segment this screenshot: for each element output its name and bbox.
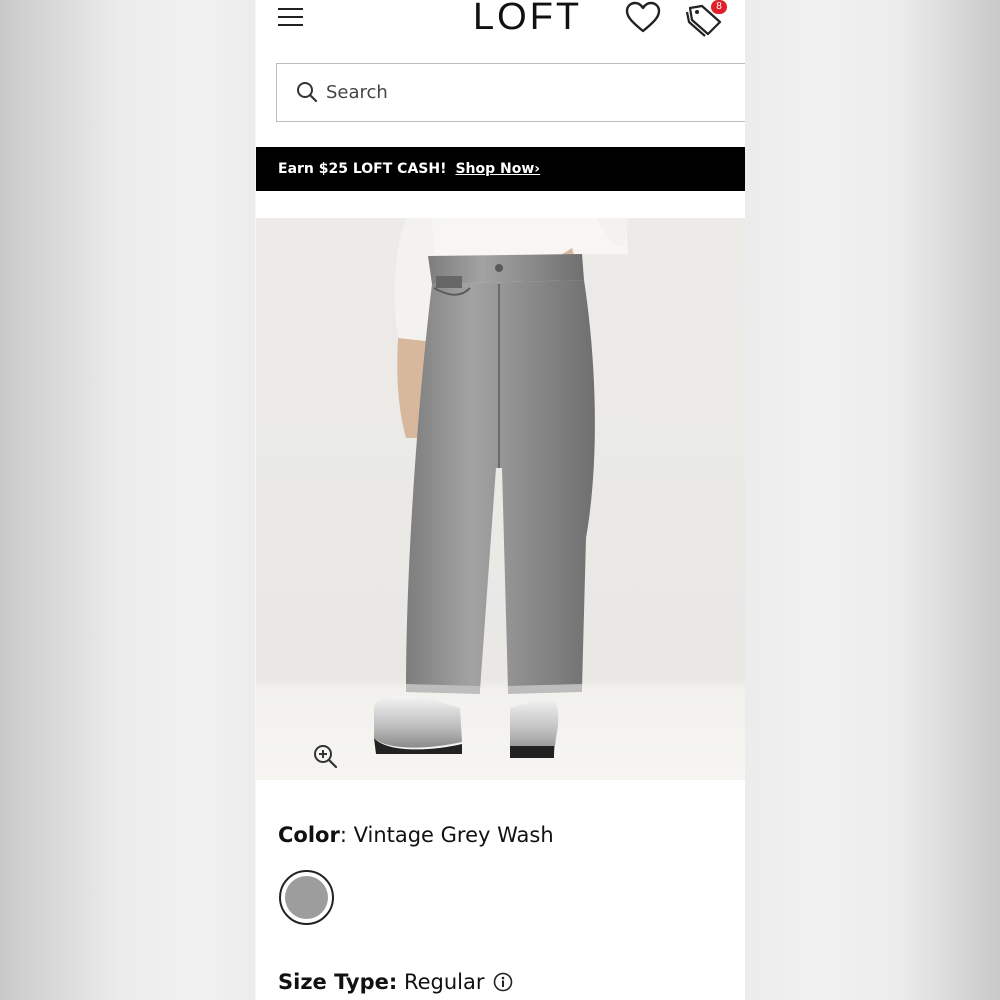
product-photo xyxy=(374,218,628,758)
search-input[interactable] xyxy=(326,78,706,106)
brand-logo[interactable]: LOFT xyxy=(473,0,582,39)
shop-now-link[interactable]: Shop Now› xyxy=(455,161,540,177)
swatch-fill xyxy=(285,876,328,919)
cart-count-badge: 8 xyxy=(711,0,727,14)
zoom-in-icon[interactable] xyxy=(312,743,338,769)
color-value: : Vintage Grey Wash xyxy=(339,823,554,847)
size-type-value: Regular xyxy=(397,970,485,994)
promo-text: Earn $25 LOFT CASH! xyxy=(278,161,447,177)
product-page: LOFT 8 Earn $25 LOFT CASH! Shop Now› xyxy=(256,0,745,1000)
color-heading: Color xyxy=(278,823,340,847)
search-icon xyxy=(297,82,318,103)
header: LOFT 8 xyxy=(256,0,745,40)
info-icon[interactable] xyxy=(493,972,513,992)
size-type-label: Size Type: Regular xyxy=(278,970,513,994)
product-image[interactable] xyxy=(256,218,745,780)
hamburger-menu-icon[interactable] xyxy=(278,6,303,28)
promo-banner: Earn $25 LOFT CASH! Shop Now› xyxy=(256,147,745,191)
heart-icon[interactable] xyxy=(624,0,662,36)
size-type-heading: Size Type: xyxy=(278,970,398,994)
color-label: Color: Vintage Grey Wash xyxy=(278,823,554,847)
search-box[interactable] xyxy=(276,63,745,122)
color-swatch-vintage-grey-wash[interactable] xyxy=(279,870,334,925)
